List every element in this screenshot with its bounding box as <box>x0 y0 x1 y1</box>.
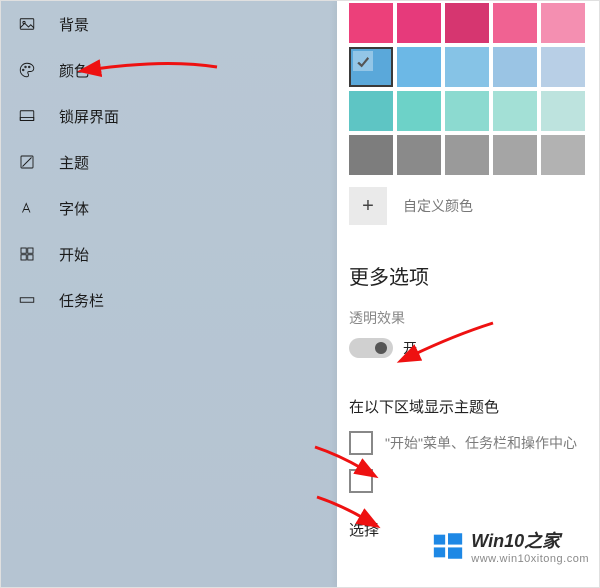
windows-logo-icon <box>431 529 465 563</box>
taskbar-icon <box>17 290 37 310</box>
nav-background[interactable]: 背景 <box>1 1 337 47</box>
color-swatch[interactable] <box>493 3 537 43</box>
themes-icon <box>17 152 37 172</box>
nav-themes[interactable]: 主题 <box>1 139 337 185</box>
fonts-icon <box>17 198 37 218</box>
color-swatch[interactable] <box>397 135 441 175</box>
palette-icon <box>17 60 37 80</box>
transparency-toggle[interactable] <box>349 338 393 358</box>
custom-color-label: 自定义颜色 <box>403 196 473 216</box>
accent-option-2-row <box>349 469 587 493</box>
nav-label: 背景 <box>59 14 89 35</box>
nav-taskbar[interactable]: 任务栏 <box>1 277 337 323</box>
nav-colors[interactable]: 颜色 <box>1 47 337 93</box>
watermark-url: www.win10xitong.com <box>471 553 589 565</box>
color-swatch[interactable] <box>349 47 393 87</box>
color-swatch[interactable] <box>493 135 537 175</box>
color-swatch[interactable] <box>493 91 537 131</box>
transparency-toggle-row: 开 <box>349 338 587 358</box>
nav-label: 任务栏 <box>59 290 104 311</box>
watermark-title: Win10之家 <box>471 527 589 553</box>
accent-checkbox-2[interactable] <box>349 469 373 493</box>
custom-color-row: + 自定义颜色 <box>349 187 587 225</box>
color-swatch[interactable] <box>445 3 489 43</box>
picture-icon <box>17 14 37 34</box>
accent-checkbox-start[interactable] <box>349 431 373 455</box>
accent-option-1-label: "开始"菜单、任务栏和操作中心 <box>385 433 577 453</box>
plus-icon: + <box>362 196 374 216</box>
nav-label: 锁屏界面 <box>59 106 119 127</box>
watermark: Win10之家 www.win10xitong.com <box>431 527 589 565</box>
nav-label: 颜色 <box>59 60 89 81</box>
accent-option-1-row: "开始"菜单、任务栏和操作中心 <box>349 431 587 455</box>
more-options-title: 更多选项 <box>349 261 587 290</box>
transparency-label: 透明效果 <box>349 308 587 328</box>
toggle-knob <box>375 342 387 354</box>
color-swatch[interactable] <box>493 47 537 87</box>
color-swatch[interactable] <box>541 47 585 87</box>
color-swatch[interactable] <box>349 135 393 175</box>
nav-start[interactable]: 开始 <box>1 231 337 277</box>
nav-label: 主题 <box>59 152 89 173</box>
custom-color-button[interactable]: + <box>349 187 387 225</box>
color-swatch[interactable] <box>349 3 393 43</box>
start-icon <box>17 244 37 264</box>
color-grid <box>349 1 587 175</box>
color-swatch[interactable] <box>349 91 393 131</box>
color-swatch[interactable] <box>541 135 585 175</box>
color-swatch[interactable] <box>445 47 489 87</box>
show-accent-title: 在以下区域显示主题色 <box>349 396 587 417</box>
nav-lockscreen[interactable]: 锁屏界面 <box>1 93 337 139</box>
color-swatch[interactable] <box>541 91 585 131</box>
nav-label: 开始 <box>59 244 89 265</box>
color-swatch[interactable] <box>397 91 441 131</box>
color-swatch[interactable] <box>541 3 585 43</box>
nav-label: 字体 <box>59 198 89 219</box>
color-swatch[interactable] <box>445 135 489 175</box>
color-swatch[interactable] <box>397 47 441 87</box>
settings-window: 背景 颜色 锁屏界面 主题 字体 <box>0 0 600 588</box>
content-panel: + 自定义颜色 更多选项 透明效果 开 在以下区域显示主题色 "开始"菜单、任务… <box>337 1 599 587</box>
color-swatch[interactable] <box>445 91 489 131</box>
lockscreen-icon <box>17 106 37 126</box>
sidebar: 背景 颜色 锁屏界面 主题 字体 <box>1 1 337 587</box>
nav-fonts[interactable]: 字体 <box>1 185 337 231</box>
toggle-state-label: 开 <box>403 338 417 358</box>
color-swatch[interactable] <box>397 3 441 43</box>
